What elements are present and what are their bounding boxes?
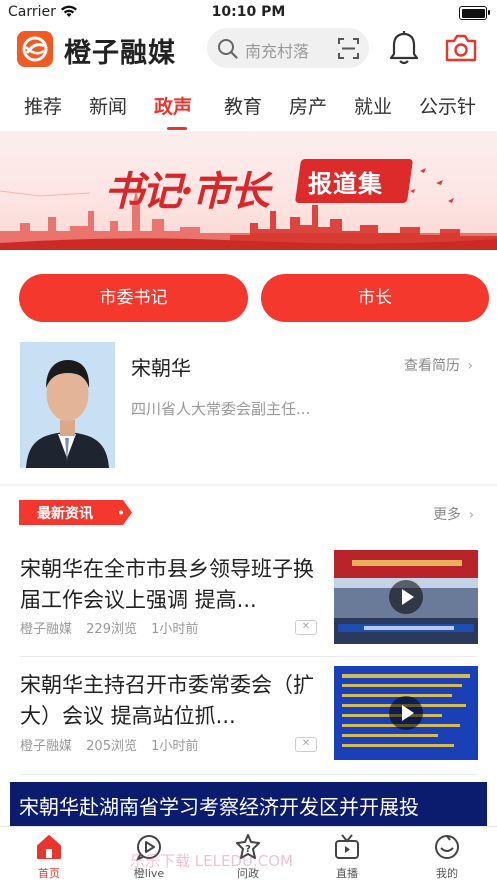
nav-broadcast-label: 直播 [336, 867, 358, 880]
news-views: 229浏览 [86, 622, 137, 637]
news-time: 1小时前 [151, 739, 199, 754]
search-icon [218, 39, 238, 59]
view-resume-link[interactable]: 查看简历 › [404, 355, 473, 375]
secretary-button[interactable]: 市委书记 [19, 274, 248, 322]
tv-icon [335, 834, 359, 859]
banner-title: 书记·市长 [104, 168, 270, 215]
news-item-title[interactable]: 宋朝华主持召开市委常委会（扩大）会议 提高站位抓... [20, 670, 326, 732]
scan-icon[interactable] [338, 38, 359, 59]
clock: 10:10 PM [211, 4, 286, 20]
more-label: 更多 [433, 507, 461, 523]
dismiss-icon[interactable]: ✕ [295, 737, 317, 752]
dismiss-icon[interactable]: ✕ [295, 620, 317, 635]
nav-broadcast[interactable]: 直播 [317, 827, 377, 884]
news-time: 1小时前 [151, 622, 199, 637]
play-icon [389, 580, 423, 614]
profile-icon [435, 835, 459, 859]
chevron-right-icon: › [467, 358, 474, 374]
news-source: 橙子融媒 [20, 739, 73, 754]
news-views: 205浏览 [86, 739, 137, 754]
camera-icon[interactable] [444, 33, 478, 63]
search-bar[interactable]: 南充村落 [207, 28, 369, 68]
tab-jobs[interactable]: 就业 [354, 92, 392, 119]
official-portrait[interactable] [20, 342, 115, 468]
nav-profile-label: 我的 [436, 867, 458, 880]
active-tab-indicator [167, 127, 187, 130]
tab-politics[interactable]: 政声 [154, 92, 192, 119]
category-tabs: 推荐 新闻 政声 教育 房产 就业 公示针 [0, 86, 497, 130]
latest-news-title: 最新资讯 [37, 506, 93, 522]
bell-icon[interactable] [387, 30, 421, 66]
news-item-meta: 橙子融媒 229浏览 1小时前 [20, 618, 208, 637]
feature-news-title: 宋朝华赴湖南省学习考察经济开发区并开展投 [19, 795, 419, 819]
news-item-title[interactable]: 宋朝华在全市市县乡领导班子换届工作会议上强调 提高... [20, 554, 326, 616]
banner-tag: 报道集 [308, 170, 383, 198]
official-name: 宋朝华 [131, 356, 191, 380]
tab-education[interactable]: 教育 [224, 92, 262, 119]
home-icon [37, 835, 61, 859]
play-icon [389, 696, 423, 730]
brand-name: 橙子融媒 [64, 38, 176, 69]
view-resume-label: 查看简历 [404, 358, 460, 374]
news-video-thumbnail[interactable] [334, 666, 478, 760]
tab-property[interactable]: 房产 [289, 92, 327, 119]
app-logo-icon [17, 31, 53, 67]
watermark-text: 乐乐下载 LELEDU.COM [130, 852, 293, 870]
status-bar: Carrier 10:10 PM [0, 0, 497, 26]
official-title: 四川省人大常委会副主任... [131, 400, 311, 418]
more-link[interactable]: 更多 › [433, 504, 474, 524]
section-divider [0, 484, 497, 486]
chevron-right-icon: › [468, 507, 475, 523]
news-item-meta: 橙子融媒 205浏览 1小时前 [20, 735, 208, 754]
tab-recommend[interactable]: 推荐 [24, 92, 62, 119]
nav-home-label: 首页 [38, 867, 60, 880]
feature-news-card[interactable]: 宋朝华赴湖南省学习考察经济开发区并开展投 [10, 782, 487, 828]
news-source: 橙子融媒 [20, 622, 73, 637]
tab-notice[interactable]: 公示针 [419, 92, 476, 119]
battery-icon [459, 6, 490, 20]
search-placeholder: 南充村落 [245, 42, 310, 61]
nav-profile[interactable]: 我的 [417, 827, 477, 884]
news-video-thumbnail[interactable] [334, 550, 478, 644]
list-divider [20, 774, 477, 775]
report-banner[interactable]: 书记·市长 报道集 [0, 131, 497, 250]
list-divider [20, 656, 477, 657]
mayor-button[interactable]: 市长 [261, 274, 489, 322]
nav-home[interactable]: 首页 [19, 827, 79, 884]
latest-news-label: 最新资讯 [19, 500, 132, 525]
tab-news[interactable]: 新闻 [89, 92, 127, 119]
